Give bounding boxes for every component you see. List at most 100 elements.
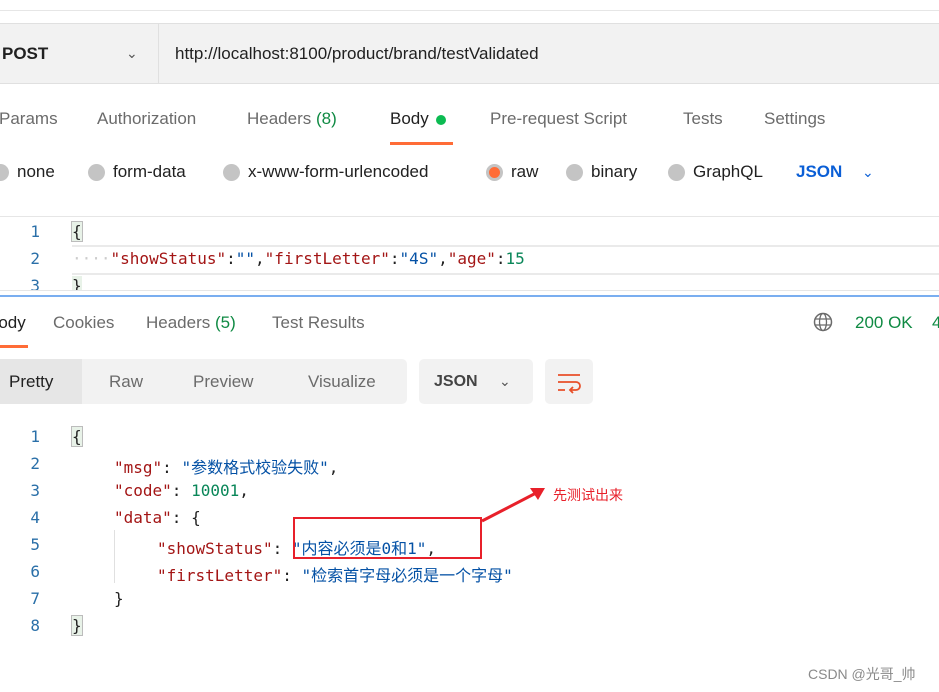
- json-value: "检索首字母必须是一个字母": [301, 566, 513, 585]
- brace: {: [71, 221, 83, 242]
- line-number: 2: [30, 249, 40, 268]
- globe-icon[interactable]: [813, 312, 833, 332]
- tab-tests[interactable]: Tests: [683, 106, 723, 132]
- tab-label: Headers: [247, 109, 312, 128]
- radio-icon: [88, 163, 105, 181]
- line-number: 3: [30, 276, 40, 290]
- response-format-select[interactable]: JSON ⌄: [419, 359, 533, 404]
- response-line: }: [114, 589, 124, 608]
- pane-splitter[interactable]: [0, 295, 939, 297]
- json-value: "参数格式校验失败": [181, 458, 329, 477]
- tab-settings[interactable]: Settings: [764, 106, 825, 132]
- json-value: 10001: [191, 481, 240, 500]
- url-bar: POST ⌄ http://localhost:8100/product/bra…: [0, 23, 939, 84]
- json-key: "age": [447, 249, 496, 268]
- line-number: 8: [30, 616, 40, 635]
- radio-label: x-www-form-urlencoded: [248, 162, 429, 181]
- response-line: {: [71, 426, 83, 447]
- view-raw[interactable]: Raw: [109, 359, 143, 404]
- indent-guide: [114, 530, 115, 583]
- tab-label: Body: [390, 109, 429, 128]
- url-input[interactable]: http://localhost:8100/product/brand/test…: [175, 24, 539, 83]
- headers-count: (8): [316, 109, 337, 128]
- request-body-line[interactable]: }: [72, 276, 82, 290]
- radio-graphql[interactable]: GraphQL: [668, 160, 763, 184]
- json-key: "firstLetter": [264, 249, 390, 268]
- chevron-down-icon[interactable]: ⌄: [862, 160, 874, 184]
- line-number: 4: [30, 508, 40, 527]
- json-value: "": [235, 249, 256, 268]
- request-body-line[interactable]: {: [71, 221, 83, 242]
- json-key: "data": [114, 508, 172, 527]
- tab-headers[interactable]: Headers (8): [247, 106, 337, 132]
- tab-label: Headers: [146, 313, 211, 332]
- top-divider: [0, 10, 939, 11]
- request-body-line[interactable]: ····"showStatus":"","firstLetter":"4S","…: [72, 249, 525, 268]
- tab-params[interactable]: Params: [0, 106, 58, 132]
- watermark: CSDN @光哥_帅: [808, 666, 916, 682]
- radio-none[interactable]: none: [0, 160, 55, 184]
- chevron-down-icon[interactable]: ⌄: [126, 24, 138, 83]
- annotation-highlight-box: [293, 517, 482, 559]
- radio-raw[interactable]: raw: [486, 160, 538, 184]
- line-number: 1: [30, 427, 40, 446]
- view-preview[interactable]: Preview: [193, 359, 253, 404]
- radio-label: none: [17, 162, 55, 181]
- radio-x-www-form-urlencoded[interactable]: x-www-form-urlencoded: [223, 160, 428, 184]
- view-pretty[interactable]: Pretty: [0, 359, 82, 404]
- wrap-lines-icon[interactable]: [545, 359, 593, 404]
- json-value: "4S": [399, 249, 439, 268]
- response-tab-headers[interactable]: Headers (5): [146, 310, 236, 336]
- radio-label: raw: [511, 162, 539, 181]
- radio-icon: [566, 163, 583, 181]
- json-key: "firstLetter": [157, 566, 283, 585]
- divider: [158, 24, 159, 83]
- headers-count: (5): [215, 313, 236, 332]
- colon: :: [495, 249, 506, 268]
- format-label: JSON: [434, 373, 478, 390]
- raw-format-select[interactable]: JSON: [796, 160, 842, 184]
- radio-label: form-data: [113, 162, 186, 181]
- response-time-truncated[interactable]: 4: [932, 310, 939, 336]
- comma: ,: [255, 249, 265, 268]
- radio-label: GraphQL: [693, 162, 763, 181]
- response-line: "code": 10001,: [114, 481, 249, 500]
- radio-icon: [223, 163, 240, 181]
- radio-icon: [0, 163, 9, 181]
- view-visualize[interactable]: Visualize: [308, 359, 376, 404]
- annotation-arrow-icon: [481, 488, 545, 523]
- radio-icon: [668, 163, 685, 181]
- brace: }: [114, 589, 124, 608]
- editor-border: [0, 216, 939, 217]
- view-mode-group: Pretty Raw Preview Visualize: [0, 359, 407, 404]
- radio-form-data[interactable]: form-data: [88, 160, 186, 184]
- line-number: 2: [30, 454, 40, 473]
- tab-authorization[interactable]: Authorization: [97, 106, 196, 132]
- method-select[interactable]: POST: [2, 24, 48, 83]
- response-line: "data": {: [114, 508, 201, 527]
- tab-pre-request-script[interactable]: Pre-request Script: [490, 106, 627, 132]
- response-tab-test-results[interactable]: Test Results: [272, 310, 365, 336]
- response-tab-cookies[interactable]: Cookies: [53, 310, 114, 336]
- colon: :: [389, 249, 400, 268]
- tab-body[interactable]: Body: [390, 106, 446, 132]
- response-tab-body[interactable]: Body: [0, 310, 26, 336]
- whitespace: ····: [72, 249, 111, 268]
- colon: :: [226, 249, 236, 268]
- active-tab-indicator: [390, 142, 453, 145]
- radio-binary[interactable]: binary: [566, 160, 637, 184]
- comma: ,: [438, 249, 448, 268]
- radio-selected-icon: [486, 163, 503, 181]
- annotation-text: 先测试出来: [553, 487, 623, 503]
- editor-border: [0, 290, 939, 291]
- json-key: "code": [114, 481, 172, 500]
- line-number: 6: [30, 562, 40, 581]
- json-key: "msg": [114, 458, 163, 477]
- active-tab-indicator: [0, 345, 28, 348]
- response-line: "msg": "参数格式校验失败",: [114, 458, 339, 477]
- chevron-down-icon: ⌄: [499, 373, 511, 389]
- status-badge[interactable]: 200 OK: [855, 310, 913, 336]
- brace: {: [71, 426, 83, 447]
- line-number: 5: [30, 535, 40, 554]
- line-number: 7: [30, 589, 40, 608]
